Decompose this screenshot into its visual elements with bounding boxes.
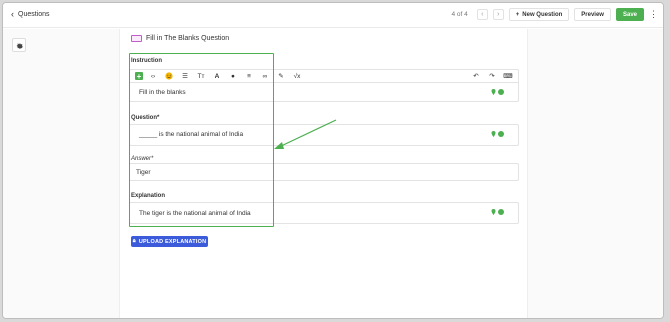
chevron-right-icon: › xyxy=(497,11,500,18)
previous-question-button[interactable]: ‹ xyxy=(476,9,488,20)
save-button[interactable]: Save xyxy=(615,8,644,21)
undo-icon[interactable]: ↶ xyxy=(470,71,482,82)
location-pin-icon[interactable] xyxy=(491,209,496,215)
settings-button[interactable] xyxy=(12,38,26,52)
next-question-button[interactable]: › xyxy=(492,9,504,20)
lock-icon: 🔒︎ xyxy=(132,238,136,244)
chevron-left-icon: ‹ xyxy=(481,11,484,18)
audio-icon[interactable] xyxy=(498,131,504,137)
app-window: ‹ Questions 4 of 4 ‹ › + New Question Pr… xyxy=(2,2,664,319)
answer-text: Tiger xyxy=(136,169,151,176)
redo-icon[interactable]: ↷ xyxy=(486,71,498,82)
answer-input[interactable] xyxy=(129,163,519,181)
explanation-text: The tiger is the national animal of Indi… xyxy=(139,210,251,217)
instruction-input[interactable] xyxy=(129,82,519,102)
back-to-questions-link[interactable]: ‹ Questions xyxy=(11,9,50,19)
audio-icon[interactable] xyxy=(498,209,504,215)
question-type-icon xyxy=(131,35,142,42)
chevron-left-icon: ‹ xyxy=(11,9,14,19)
explanation-label: Explanation xyxy=(131,193,166,199)
plus-icon: + xyxy=(515,11,520,18)
header-tools: 4 of 4 ‹ › + New Question Preview Save ⋮ xyxy=(452,8,658,21)
align-icon[interactable]: ≡ xyxy=(243,71,255,82)
audio-icon[interactable] xyxy=(498,89,504,95)
question-editor: Fill in The Blanks Question Instruction … xyxy=(121,29,527,318)
brush-icon[interactable]: ✎ xyxy=(275,71,287,82)
question-actions xyxy=(491,131,504,137)
rich-text-toolbar: + ‹› ☰ Tт A ● ≡ ∞ ✎ √x ↶ ↷ ⌨ xyxy=(129,69,519,82)
gear-icon xyxy=(16,42,23,49)
font-color-icon[interactable]: A xyxy=(211,71,223,82)
upload-explanation-label: UPLOAD EXPLANATION xyxy=(138,238,207,245)
explanation-actions xyxy=(491,209,504,215)
instruction-actions xyxy=(491,89,504,95)
instruction-text: Fill in the blanks xyxy=(139,89,186,96)
emoji-face-icon xyxy=(165,72,173,80)
question-type-header: Fill in The Blanks Question xyxy=(131,35,229,42)
location-pin-icon[interactable] xyxy=(491,89,496,95)
add-icon[interactable]: + xyxy=(135,72,143,81)
text-size-icon[interactable]: Tт xyxy=(195,71,207,82)
new-question-label: New Question xyxy=(522,11,563,18)
upload-explanation-button[interactable]: 🔒︎ UPLOAD EXPLANATION xyxy=(131,236,208,247)
left-panel xyxy=(3,29,120,318)
toolbar-right-group: ↶ ↷ ⌨ xyxy=(466,71,518,82)
preview-button[interactable]: Preview xyxy=(574,8,611,21)
keyboard-icon[interactable]: ⌨ xyxy=(502,71,514,82)
emoji-icon[interactable] xyxy=(163,71,175,82)
right-panel xyxy=(527,29,663,318)
instruction-label: Instruction xyxy=(131,58,162,64)
location-pin-icon[interactable] xyxy=(491,131,496,137)
fill-color-icon[interactable]: ● xyxy=(227,71,239,82)
back-label: Questions xyxy=(18,11,50,18)
link-icon[interactable]: ∞ xyxy=(259,71,271,82)
code-icon[interactable]: ‹› xyxy=(147,71,159,82)
question-type-label: Fill in The Blanks Question xyxy=(146,35,230,42)
math-icon[interactable]: √x xyxy=(291,71,303,82)
more-options-icon[interactable]: ⋮ xyxy=(649,9,658,20)
list-icon[interactable]: ☰ xyxy=(179,71,191,82)
answer-label: Answer* xyxy=(131,156,154,162)
question-label: Question* xyxy=(131,115,160,121)
question-counter: 4 of 4 xyxy=(451,11,468,18)
question-text: _____ is the national animal of India xyxy=(139,131,244,138)
top-bar: ‹ Questions 4 of 4 ‹ › + New Question Pr… xyxy=(3,3,663,28)
new-question-button[interactable]: + New Question xyxy=(508,8,570,21)
